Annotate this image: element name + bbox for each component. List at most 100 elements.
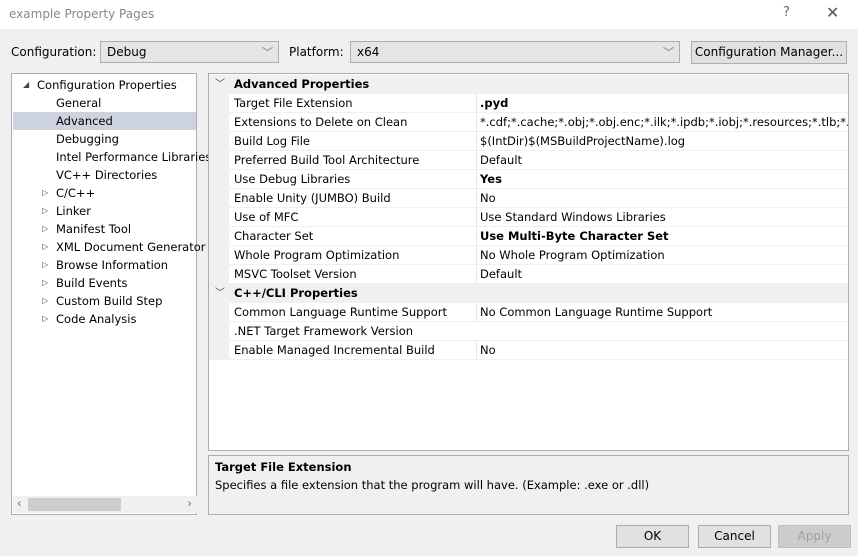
tree-item[interactable]: General xyxy=(56,94,101,112)
row-gutter xyxy=(209,132,229,151)
tree-item[interactable]: ▷ Manifest Tool xyxy=(42,220,132,238)
property-value[interactable]: No xyxy=(476,341,848,360)
property-row[interactable]: Enable Managed Incremental Build No xyxy=(209,341,848,360)
property-name: Build Log File xyxy=(234,134,310,148)
tree-item-label: Manifest Tool xyxy=(56,222,132,236)
property-grid[interactable]: ﹀ Advanced Properties Target File Extensio… xyxy=(208,73,849,451)
collapsed-arrow-icon[interactable]: ▷ xyxy=(42,238,48,256)
category-header[interactable]: ﹀ C++/CLI Properties xyxy=(209,284,848,303)
property-row[interactable]: Enable Unity (JUMBO) Build No xyxy=(209,189,848,208)
collapsed-arrow-icon[interactable]: ▷ xyxy=(42,256,48,274)
configuration-manager-button[interactable]: Configuration Manager... xyxy=(691,41,847,64)
collapsed-arrow-icon[interactable]: ▷ xyxy=(42,184,48,202)
property-name: Whole Program Optimization xyxy=(234,248,400,262)
property-row[interactable]: Target File Extension .pyd xyxy=(209,94,848,113)
tree-item[interactable]: ▷ C/C++ xyxy=(42,184,95,202)
collapsed-arrow-icon[interactable]: ▷ xyxy=(42,292,48,310)
property-name: MSVC Toolset Version xyxy=(234,267,357,281)
category-header[interactable]: ﹀ Advanced Properties xyxy=(209,75,848,94)
row-gutter xyxy=(209,322,229,341)
property-row[interactable]: Use of MFC Use Standard Windows Libraries xyxy=(209,208,848,227)
property-row[interactable]: Extensions to Delete on Clean *.cdf;*.cac… xyxy=(209,113,848,132)
property-value[interactable]: *.cdf;*.cache;*.obj;*.obj.enc;*.ilk;*.ip… xyxy=(476,113,848,132)
collapsed-arrow-icon[interactable]: ▷ xyxy=(42,274,48,292)
title-bar: example Property Pages ? ✕ xyxy=(0,0,858,29)
tree-item-label: General xyxy=(56,96,102,110)
horizontal-scrollbar[interactable]: ‹ › xyxy=(13,496,197,513)
scroll-right-icon[interactable]: › xyxy=(187,496,192,510)
ok-button[interactable]: OK xyxy=(616,525,689,548)
property-row[interactable]: .NET Target Framework Version xyxy=(209,322,848,341)
property-row[interactable]: Common Language Runtime Support No Common… xyxy=(209,303,848,322)
property-name: Enable Managed Incremental Build xyxy=(234,343,435,357)
row-gutter xyxy=(209,113,229,132)
property-value[interactable]: .pyd xyxy=(476,94,848,113)
collapsed-arrow-icon[interactable]: ▷ xyxy=(42,220,48,238)
property-name: Target File Extension xyxy=(234,96,353,110)
apply-button[interactable]: Apply xyxy=(778,525,851,548)
tree-item[interactable]: ▷ Code Analysis xyxy=(42,310,137,328)
property-row[interactable]: MSVC Toolset Version Default xyxy=(209,265,848,284)
tree-item-label: Advanced xyxy=(56,114,113,128)
tree-item[interactable]: ▷ Custom Build Step xyxy=(42,292,162,310)
property-value[interactable]: Default xyxy=(476,151,848,170)
property-tree[interactable]: ◢ Configuration Properties General Advanced… xyxy=(11,73,211,515)
tree-item[interactable]: ◢ Configuration Properties xyxy=(23,76,177,94)
expanded-arrow-icon[interactable]: ◢ xyxy=(23,76,29,94)
tree-item[interactable]: ▷ Browse Information xyxy=(42,256,169,274)
platform-label: Platform: xyxy=(289,45,344,59)
platform-dropdown[interactable]: x64 ﹀ xyxy=(350,41,680,63)
collapsed-arrow-icon[interactable]: ▷ xyxy=(42,310,48,328)
row-gutter xyxy=(209,189,229,208)
property-row[interactable]: Preferred Build Tool Architecture Default xyxy=(209,151,848,170)
tree-item-label: Code Analysis xyxy=(56,312,137,326)
property-value[interactable]: No xyxy=(476,189,848,208)
tree-item[interactable]: ▷ Build Events xyxy=(42,274,128,292)
help-button[interactable]: ? xyxy=(783,5,790,20)
tree-item-label: Browse Information xyxy=(56,258,169,272)
configuration-dropdown[interactable]: Debug ﹀ xyxy=(100,41,279,63)
property-value[interactable]: Use Multi-Byte Character Set xyxy=(476,227,848,246)
row-gutter xyxy=(209,246,229,265)
tree-item-label: XML Document Generator xyxy=(56,240,206,254)
row-gutter xyxy=(209,303,229,322)
chevron-down-icon[interactable]: ﹀ xyxy=(215,75,225,94)
property-name: Use of MFC xyxy=(234,210,299,224)
property-row[interactable]: Whole Program Optimization No Whole Progr… xyxy=(209,246,848,265)
property-name: Enable Unity (JUMBO) Build xyxy=(234,191,391,205)
configuration-value: Debug xyxy=(107,45,147,59)
tree-item[interactable]: Debugging xyxy=(56,130,119,148)
property-name: Extensions to Delete on Clean xyxy=(234,115,408,129)
tree-item-label: VC++ Directories xyxy=(56,168,158,182)
window-title: example Property Pages xyxy=(9,7,155,21)
tree-item[interactable]: Intel Performance Libraries xyxy=(56,148,211,166)
row-gutter xyxy=(209,94,229,113)
cancel-button[interactable]: Cancel xyxy=(698,525,771,548)
tree-item[interactable]: ▷ XML Document Generator xyxy=(42,238,206,256)
property-row[interactable]: Character Set Use Multi-Byte Character Se… xyxy=(209,227,848,246)
row-gutter xyxy=(209,208,229,227)
property-value[interactable]: Use Standard Windows Libraries xyxy=(476,208,848,227)
description-title: Target File Extension xyxy=(215,460,352,474)
scrollbar-thumb[interactable] xyxy=(28,498,121,511)
tree-item[interactable]: ▷ Linker xyxy=(42,202,91,220)
tree-item[interactable]: VC++ Directories xyxy=(56,166,157,184)
chevron-down-icon[interactable]: ﹀ xyxy=(215,284,225,303)
collapsed-arrow-icon[interactable]: ▷ xyxy=(42,202,48,220)
property-value[interactable]: $(IntDir)$(MSBuildProjectName).log xyxy=(476,132,848,151)
property-name: Use Debug Libraries xyxy=(234,172,351,186)
property-name: .NET Target Framework Version xyxy=(234,324,414,338)
property-row[interactable]: Use Debug Libraries Yes xyxy=(209,170,848,189)
configuration-label: Configuration: xyxy=(11,45,97,59)
scroll-left-icon[interactable]: ‹ xyxy=(17,496,22,510)
property-value[interactable]: No Whole Program Optimization xyxy=(476,246,848,265)
property-value[interactable]: No Common Language Runtime Support xyxy=(476,303,848,322)
close-button[interactable]: ✕ xyxy=(826,3,839,22)
row-gutter xyxy=(209,227,229,246)
platform-value: x64 xyxy=(357,45,380,59)
property-row[interactable]: Build Log File $(IntDir)$(MSBuildProjectN… xyxy=(209,132,848,151)
tree-item-label: Build Events xyxy=(56,276,128,290)
property-value[interactable]: Yes xyxy=(476,170,848,189)
property-value[interactable]: Default xyxy=(476,265,848,284)
tree-item[interactable]: Advanced xyxy=(13,112,196,130)
